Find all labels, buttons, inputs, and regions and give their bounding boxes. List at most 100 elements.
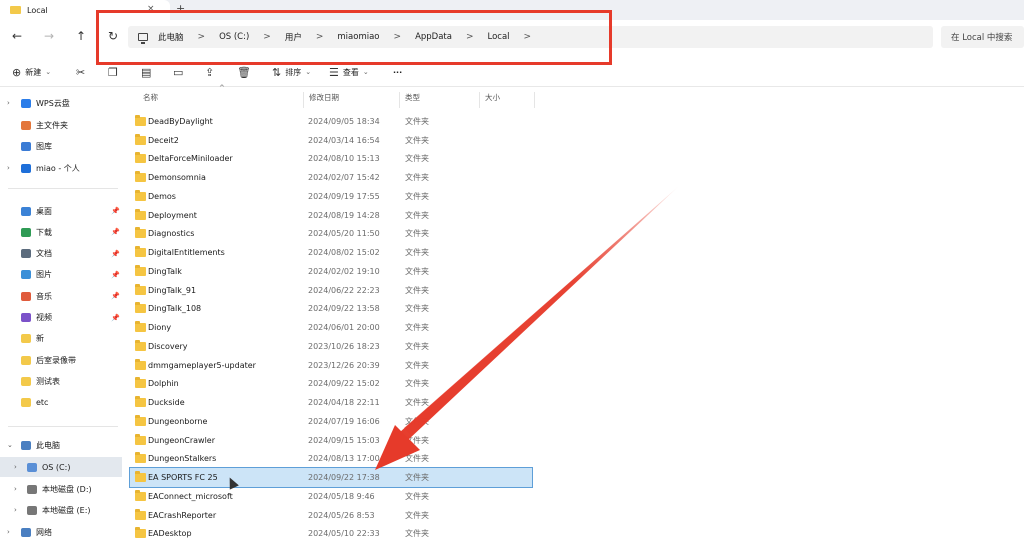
table-row[interactable]: DungeonCrawler 2024/09/15 15:03 文件夹 (130, 431, 532, 450)
chevron-right-icon[interactable]: › (7, 528, 10, 536)
table-row[interactable]: Deployment 2024/08/19 14:28 文件夹 (130, 206, 532, 225)
sidebar-item[interactable]: ⌄ 此电脑 (0, 435, 122, 455)
breadcrumb-separator-icon[interactable]: > (263, 32, 271, 42)
table-row[interactable]: Deceit2 2024/03/14 16:54 文件夹 (130, 131, 532, 150)
sidebar-item[interactable]: 视频 📌 (0, 308, 122, 328)
column-header-date[interactable]: 修改日期 (309, 92, 339, 106)
sidebar-item[interactable]: 图库 (0, 136, 122, 156)
table-row[interactable]: DigitalEntitlements 2024/08/02 15:02 文件夹 (130, 243, 532, 262)
sidebar-item[interactable]: 图片 📌 (0, 265, 122, 285)
close-icon[interactable]: × (147, 4, 155, 14)
breadcrumb-item[interactable]: OS (C:) (219, 32, 249, 42)
view-button[interactable]: ☰ 查看 ⌄ (329, 64, 369, 80)
sidebar-item-icon (21, 120, 31, 130)
table-row[interactable]: EADesktop 2024/05/10 22:33 文件夹 (130, 525, 532, 544)
sort-label: 排序 (285, 67, 302, 77)
more-button[interactable]: ··· (393, 64, 402, 80)
folder-icon (135, 358, 146, 370)
table-row-selected[interactable]: EA SPORTS FC 25 2024/09/22 17:38 文件夹 (129, 467, 533, 488)
column-divider[interactable] (399, 92, 400, 108)
table-row[interactable]: Diony 2024/06/01 20:00 文件夹 (130, 318, 532, 337)
breadcrumb-separator-icon[interactable]: > (394, 32, 402, 42)
table-row[interactable]: Discovery 2023/10/26 18:23 文件夹 (130, 337, 532, 356)
sidebar-item[interactable]: › OS (C:) (0, 457, 122, 477)
breadcrumb-item[interactable]: Local (488, 32, 510, 42)
sidebar-item[interactable]: › 网络 (0, 522, 122, 542)
file-name: DingTalk_108 (148, 304, 202, 314)
column-divider[interactable] (479, 92, 480, 108)
table-row[interactable]: Diagnostics 2024/05/20 11:50 文件夹 (130, 225, 532, 244)
rename-button[interactable]: ▭ (173, 64, 187, 80)
cut-button[interactable]: ✂ (76, 64, 89, 80)
column-divider[interactable] (534, 92, 535, 108)
share-button[interactable]: ⇪ (205, 64, 218, 80)
sidebar-item-icon (21, 355, 31, 365)
back-button[interactable]: ← (9, 28, 25, 44)
table-row[interactable]: DingTalk 2024/02/02 19:10 文件夹 (130, 262, 532, 281)
new-button[interactable]: ⊕ 新建 ⌄ (12, 64, 51, 80)
address-bar[interactable]: 此电脑 > OS (C:) > 用户 > miaomiao > AppData > Local > (128, 26, 933, 48)
file-name: EADesktop (148, 529, 192, 539)
refresh-button[interactable]: ↻ (105, 28, 121, 44)
sidebar-item[interactable]: › miao - 个人 (0, 158, 122, 178)
sidebar-item[interactable]: 测试表 (0, 371, 122, 391)
forward-button[interactable]: → (41, 28, 57, 44)
file-date: 2024/09/15 15:03 (308, 435, 380, 445)
column-header-type[interactable]: 类型 (405, 92, 420, 106)
table-row[interactable]: Dungeonborne 2024/07/19 16:06 文件夹 (130, 412, 532, 431)
delete-button[interactable]: 🗑 (237, 64, 255, 80)
table-row[interactable]: Demonsomnia 2024/02/07 15:42 文件夹 (130, 168, 532, 187)
breadcrumb-item[interactable]: 用户 (285, 31, 302, 43)
table-row[interactable]: dmmgameplayer5-updater 2023/12/26 20:39 文件… (130, 356, 532, 375)
sidebar-item[interactable]: › WPS云盘 (0, 93, 122, 113)
sidebar-item-label: etc (36, 398, 49, 408)
file-name: dmmgameplayer5-updater (148, 360, 256, 370)
table-row[interactable]: Demos 2024/09/19 17:55 文件夹 (130, 187, 532, 206)
sidebar-item[interactable]: 主文件夹 (0, 115, 122, 135)
chevron-right-icon[interactable]: › (14, 485, 17, 493)
breadcrumb-separator-icon[interactable]: > (316, 32, 324, 42)
table-row[interactable]: Duckside 2024/04/18 22:11 文件夹 (130, 393, 532, 412)
sidebar-item[interactable]: 下载 📌 (0, 222, 122, 242)
file-type: 文件夹 (405, 229, 429, 239)
up-button[interactable]: ↑ (73, 28, 89, 44)
chevron-right-icon[interactable]: › (7, 99, 10, 107)
sidebar-item[interactable]: 桌面 📌 (0, 201, 122, 221)
chevron-right-icon[interactable]: › (14, 506, 17, 514)
sort-button[interactable]: ⇅ 排序 ⌄ (272, 64, 311, 80)
chevron-down-icon[interactable]: ⌄ (7, 441, 13, 449)
table-row[interactable]: DeltaForceMiniloader 2024/08/10 15:13 文件夹 (130, 150, 532, 169)
table-row[interactable]: DeadByDaylight 2024/09/05 18:34 文件夹 (130, 112, 532, 131)
sidebar-item[interactable]: 文档 📌 (0, 244, 122, 264)
copy-button[interactable]: ❐ (108, 64, 122, 80)
breadcrumb-item[interactable]: miaomiao (337, 32, 379, 42)
sidebar-item[interactable]: 新 (0, 329, 122, 349)
column-header-name[interactable]: 名称 (143, 92, 158, 106)
breadcrumb-separator-icon[interactable]: > (198, 32, 206, 42)
breadcrumb-separator-icon[interactable]: > (524, 32, 532, 42)
table-row[interactable]: DungeonStalkers 2024/08/13 17:00 文件夹 (130, 450, 532, 469)
sidebar-item[interactable]: 后室录像带 (0, 350, 122, 370)
column-divider[interactable] (303, 92, 304, 108)
table-row[interactable]: DingTalk_91 2024/06/22 22:23 文件夹 (130, 281, 532, 300)
new-tab-button[interactable]: + (176, 2, 185, 15)
chevron-right-icon[interactable]: › (14, 463, 17, 471)
column-header-size[interactable]: 大小 (485, 92, 500, 106)
sidebar-item[interactable]: › 本地磁盘 (E:) (0, 500, 122, 520)
table-row[interactable]: Dolphin 2024/09/22 15:02 文件夹 (130, 375, 532, 394)
breadcrumb-item[interactable]: AppData (415, 32, 452, 42)
paste-button[interactable]: ▤ (141, 64, 155, 80)
tab-local[interactable]: Local × (0, 0, 170, 20)
table-row[interactable]: DingTalk_108 2024/09/22 13:58 文件夹 (130, 300, 532, 319)
breadcrumb-separator-icon[interactable]: > (466, 32, 474, 42)
search-input[interactable]: 在 Local 中搜索 (941, 26, 1024, 48)
table-row[interactable]: EAConnect_microsoft 2024/05/18 9:46 文件夹 (130, 487, 532, 506)
file-type: 文件夹 (405, 173, 429, 183)
chevron-right-icon[interactable]: › (7, 164, 10, 172)
sidebar-item[interactable]: › 本地磁盘 (D:) (0, 479, 122, 499)
sidebar-item-label: 此电脑 (36, 440, 60, 450)
breadcrumb-item[interactable]: 此电脑 (158, 31, 184, 43)
sidebar-item[interactable]: 音乐 📌 (0, 286, 122, 306)
table-row[interactable]: EACrashReporter 2024/05/26 8:53 文件夹 (130, 506, 532, 525)
sidebar-item[interactable]: etc (0, 393, 122, 413)
